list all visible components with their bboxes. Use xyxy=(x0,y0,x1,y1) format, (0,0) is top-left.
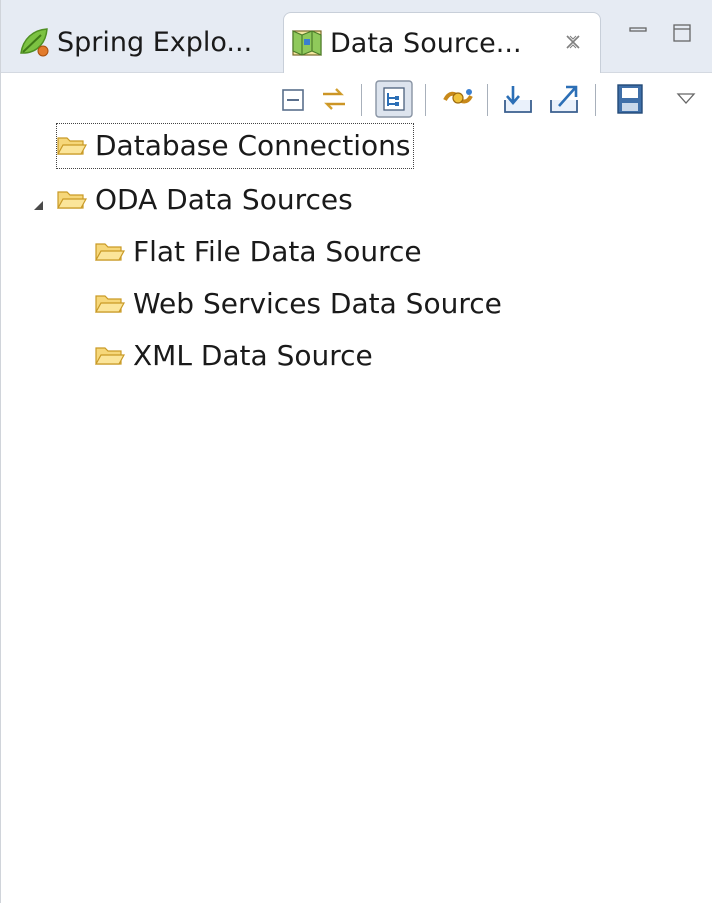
expanded-twisty-icon[interactable] xyxy=(31,198,47,214)
minimize-icon[interactable] xyxy=(627,22,649,44)
tree-node-label: Database Connections xyxy=(95,129,411,162)
toolbar-separator xyxy=(595,84,596,116)
tree-node-flat-file-data-source[interactable]: Flat File Data Source xyxy=(95,230,422,274)
close-icon[interactable] xyxy=(562,31,584,53)
save-icon[interactable] xyxy=(613,82,647,116)
tab-label: Data Source... xyxy=(330,27,522,59)
tab-spring-explorer[interactable]: Spring Explo... xyxy=(7,12,283,72)
toolbar-separator xyxy=(487,84,488,116)
link-with-editor-icon[interactable] xyxy=(317,82,351,116)
tree-node-label: Flat File Data Source xyxy=(133,235,422,268)
tree-node-oda-data-sources[interactable]: ODA Data Sources xyxy=(57,178,353,222)
data-source-explorer-view: Spring Explo... Data Source... Database … xyxy=(0,0,712,903)
export-icon[interactable] xyxy=(547,82,581,116)
collapse-all-icon[interactable] xyxy=(277,82,311,116)
tree-node-label: ODA Data Sources xyxy=(95,183,353,216)
tree-node-xml-data-source[interactable]: XML Data Source xyxy=(95,334,373,378)
view-toolbar xyxy=(1,80,712,122)
toolbar-separator xyxy=(361,84,362,116)
toolbar-separator xyxy=(425,84,426,116)
view-menu-icon[interactable] xyxy=(673,86,699,112)
connect-icon[interactable] xyxy=(441,82,475,116)
tree-node-database-connections[interactable]: Database Connections xyxy=(56,123,414,169)
view-tab-bar: Spring Explo... Data Source... xyxy=(1,0,712,73)
layout-tree-icon[interactable] xyxy=(375,80,413,118)
spring-leaf-icon xyxy=(20,28,49,57)
folder-icon xyxy=(57,191,87,209)
folder-icon xyxy=(95,347,125,365)
tree-node-label: XML Data Source xyxy=(133,339,373,372)
import-icon[interactable] xyxy=(501,82,535,116)
tree-node-label: Web Services Data Source xyxy=(133,287,502,320)
tree-node-web-services-data-source[interactable]: Web Services Data Source xyxy=(95,282,502,326)
tab-data-source-explorer[interactable]: Data Source... xyxy=(283,12,601,73)
tab-label: Spring Explo... xyxy=(57,26,253,58)
folder-icon xyxy=(57,137,87,155)
folder-icon xyxy=(95,243,125,261)
folder-icon xyxy=(95,295,125,313)
maximize-icon[interactable] xyxy=(671,22,693,44)
data-source-map-icon xyxy=(292,30,322,56)
